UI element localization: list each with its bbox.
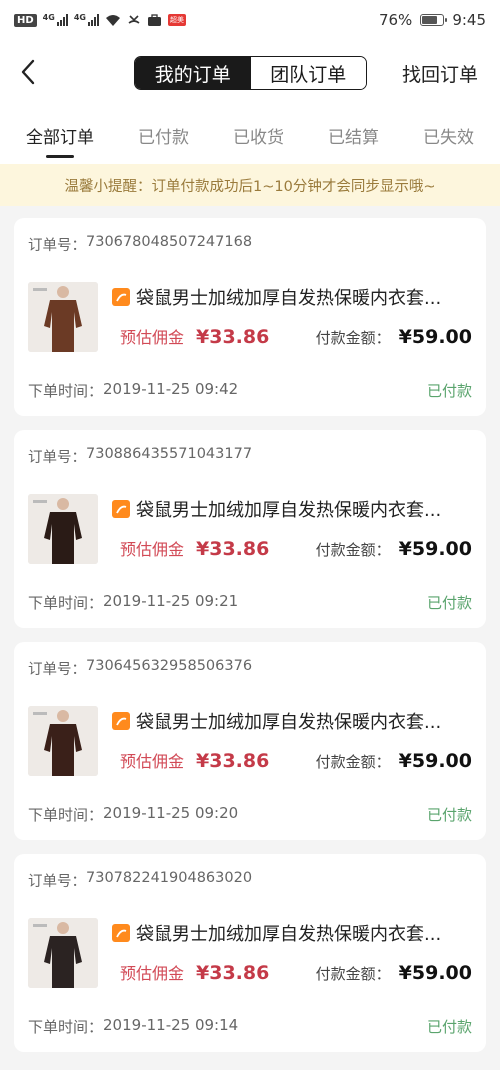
- missed-call-icon: [128, 15, 140, 24]
- order-time-label: 下单时间：: [28, 806, 104, 824]
- order-time: 下单时间： 2019-11-25 09:21: [28, 592, 238, 613]
- back-button[interactable]: [10, 54, 46, 90]
- commission-amount: ¥33.86: [196, 750, 270, 772]
- estimated-commission: 预估佣金 ¥33.86: [120, 324, 269, 348]
- tab-invalid[interactable]: 已失效: [423, 106, 474, 164]
- commission-amount: ¥33.86: [196, 538, 270, 560]
- paid-label: 付款金额：: [315, 541, 391, 559]
- briefcase-icon: [147, 13, 161, 26]
- order-time-label: 下单时间：: [28, 1018, 104, 1036]
- order-time: 下单时间： 2019-11-25 09:20: [28, 804, 238, 825]
- network-label-2: 4G: [73, 13, 86, 22]
- paid-amount: 付款金额： ¥59.00: [316, 538, 472, 560]
- status-right: 76% 9:45: [379, 11, 486, 29]
- tab-received[interactable]: 已收货: [233, 106, 284, 164]
- chevron-left-icon: [21, 59, 35, 85]
- order-card[interactable]: 订单号： 730886435571043177 袋鼠男士加绒加厚自发热保暖内衣套…: [14, 430, 486, 628]
- taobao-icon: [112, 924, 130, 942]
- order-number-value: 730782241904863020: [86, 870, 253, 886]
- tab-team-orders[interactable]: 团队订单: [250, 57, 366, 89]
- order-time-value: 2019-11-25 09:42: [103, 380, 239, 398]
- order-time: 下单时间： 2019-11-25 09:14: [28, 1016, 238, 1037]
- notice-banner: 温馨小提醒：订单付款成功后1~10分钟才会同步显示哦~: [0, 164, 500, 206]
- order-time-label: 下单时间：: [28, 594, 104, 612]
- commission-amount: ¥33.86: [196, 326, 270, 348]
- paid-value: ¥59.00: [398, 962, 472, 984]
- order-time-value: 2019-11-25 09:14: [103, 1016, 239, 1034]
- product-thumbnail[interactable]: [28, 282, 98, 352]
- app-badge: 超美: [167, 14, 186, 26]
- battery-percent: 76%: [378, 11, 413, 29]
- tab-paid[interactable]: 已付款: [138, 106, 189, 164]
- order-type-toggle: 我的订单 团队订单: [134, 56, 367, 90]
- order-number: 订单号： 730886435571043177: [28, 446, 252, 467]
- order-number-value: 730678048507247168: [86, 234, 253, 250]
- status-bar: HD 4G 4G 超美 76% 9:45: [0, 0, 500, 40]
- order-status: 已付款: [426, 594, 472, 612]
- hd-badge: HD: [14, 13, 37, 27]
- commission-label: 预估佣金: [120, 964, 185, 983]
- commission-amount: ¥33.86: [196, 962, 270, 984]
- taobao-icon: [112, 500, 130, 518]
- product-title[interactable]: 袋鼠男士加绒加厚自发热保暖内衣套...: [136, 920, 466, 946]
- order-time-value: 2019-11-25 09:21: [103, 592, 239, 610]
- signal-icon: [56, 14, 68, 26]
- order-filter-tabs: 全部订单 已付款 已收货 已结算 已失效: [0, 106, 500, 164]
- paid-value: ¥59.00: [398, 326, 472, 348]
- order-number-label: 订单号：: [28, 238, 86, 254]
- commission-label: 预估佣金: [120, 328, 185, 347]
- product-thumbnail[interactable]: [28, 706, 98, 776]
- wifi-icon: [105, 14, 120, 26]
- battery-icon: [420, 14, 448, 26]
- tab-all-orders[interactable]: 全部订单: [26, 106, 94, 164]
- product-thumbnail[interactable]: [28, 494, 98, 564]
- paid-value: ¥59.00: [398, 750, 472, 772]
- paid-amount: 付款金额： ¥59.00: [316, 750, 472, 772]
- order-status: 已付款: [426, 806, 472, 824]
- estimated-commission: 预估佣金 ¥33.86: [120, 748, 269, 772]
- order-number: 订单号： 730678048507247168: [28, 234, 252, 255]
- clock: 9:45: [452, 11, 486, 29]
- commission-label: 预估佣金: [120, 540, 185, 559]
- paid-label: 付款金额：: [315, 329, 391, 347]
- order-number-value: 730645632958506376: [86, 658, 253, 674]
- order-time-value: 2019-11-25 09:20: [103, 804, 239, 822]
- order-number: 订单号： 730645632958506376: [28, 658, 252, 679]
- estimated-commission: 预估佣金 ¥33.86: [120, 536, 269, 560]
- order-time: 下单时间： 2019-11-25 09:42: [28, 380, 238, 401]
- tab-settled[interactable]: 已结算: [328, 106, 379, 164]
- order-card[interactable]: 订单号： 730645632958506376 袋鼠男士加绒加厚自发热保暖内衣套…: [14, 642, 486, 840]
- commission-label: 预估佣金: [120, 752, 185, 771]
- order-number: 订单号： 730782241904863020: [28, 870, 252, 891]
- network-label-1: 4G: [42, 13, 55, 22]
- order-card[interactable]: 订单号： 730678048507247168 袋鼠男士加绒加厚自发热保暖内衣套…: [14, 218, 486, 416]
- paid-value: ¥59.00: [398, 538, 472, 560]
- estimated-commission: 预估佣金 ¥33.86: [120, 960, 269, 984]
- product-thumbnail[interactable]: [28, 918, 98, 988]
- order-number-value: 730886435571043177: [86, 446, 253, 462]
- tab-my-orders[interactable]: 我的订单: [135, 57, 251, 89]
- paid-label: 付款金额：: [315, 753, 391, 771]
- order-number-label: 订单号：: [28, 662, 86, 678]
- order-status: 已付款: [426, 1018, 472, 1036]
- retrieve-order-button[interactable]: 找回订单: [402, 60, 478, 87]
- order-time-label: 下单时间：: [28, 382, 104, 400]
- order-number-label: 订单号：: [28, 874, 86, 890]
- taobao-icon: [112, 712, 130, 730]
- battery-fill: [422, 16, 437, 24]
- paid-amount: 付款金额： ¥59.00: [316, 326, 472, 348]
- paid-label: 付款金额：: [315, 965, 391, 983]
- product-title[interactable]: 袋鼠男士加绒加厚自发热保暖内衣套...: [136, 284, 466, 310]
- taobao-icon: [112, 288, 130, 306]
- order-number-label: 订单号：: [28, 450, 86, 466]
- status-icons: HD 4G 4G 超美: [14, 13, 186, 27]
- order-card[interactable]: 订单号： 730782241904863020 袋鼠男士加绒加厚自发热保暖内衣套…: [14, 854, 486, 1052]
- product-title[interactable]: 袋鼠男士加绒加厚自发热保暖内衣套...: [136, 496, 466, 522]
- header: 我的订单 团队订单 找回订单: [0, 40, 500, 106]
- product-title[interactable]: 袋鼠男士加绒加厚自发热保暖内衣套...: [136, 708, 466, 734]
- order-status: 已付款: [426, 382, 472, 400]
- signal-icon: [87, 14, 99, 26]
- paid-amount: 付款金额： ¥59.00: [316, 962, 472, 984]
